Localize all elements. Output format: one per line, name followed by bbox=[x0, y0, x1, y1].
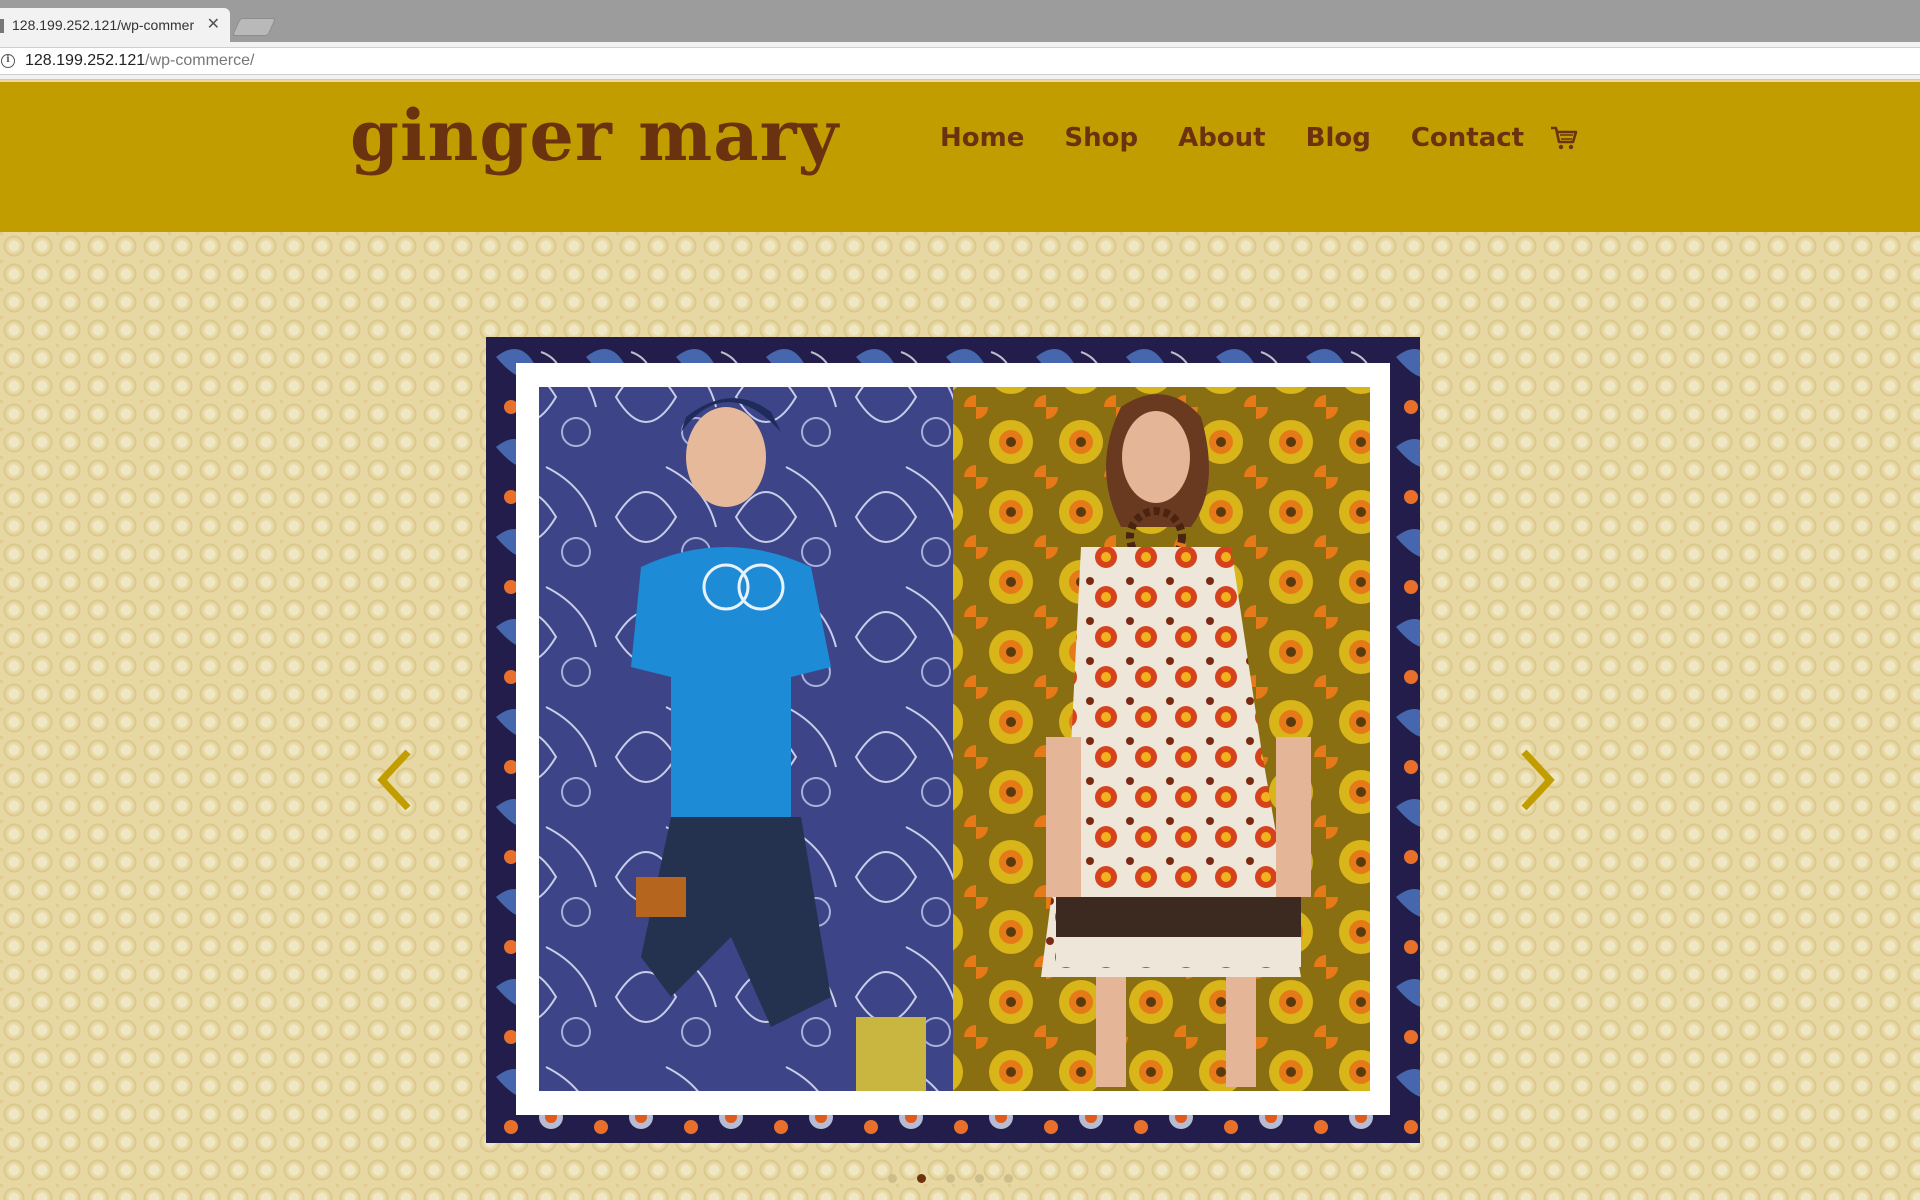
nav-shop[interactable]: Shop bbox=[1064, 123, 1138, 153]
site-logo[interactable]: ginger mary bbox=[350, 94, 839, 177]
chevron-left-icon[interactable] bbox=[374, 748, 414, 812]
slider-dot-2[interactable] bbox=[917, 1174, 926, 1183]
main-nav: Home Shop About Blog Contact bbox=[940, 122, 1580, 154]
nav-contact[interactable]: Contact bbox=[1411, 123, 1524, 153]
slider-dot-1[interactable] bbox=[888, 1174, 897, 1183]
page-icon bbox=[0, 19, 4, 33]
url-field[interactable]: i 128.199.252.121/wp-commerce/ bbox=[0, 47, 1920, 75]
address-bar: i 128.199.252.121/wp-commerce/ bbox=[0, 42, 1920, 80]
browser-tab[interactable]: 128.199.252.121/wp-commerce/ ✕ bbox=[0, 8, 230, 42]
nav-blog[interactable]: Blog bbox=[1306, 123, 1371, 153]
close-icon[interactable]: ✕ bbox=[207, 14, 220, 33]
nav-about[interactable]: About bbox=[1178, 123, 1266, 153]
url-host: 128.199.252.121 bbox=[25, 52, 146, 69]
new-tab-button[interactable] bbox=[231, 18, 277, 36]
info-icon[interactable]: i bbox=[1, 54, 15, 68]
slider-dot-5[interactable] bbox=[1004, 1174, 1013, 1183]
nav-home[interactable]: Home bbox=[940, 123, 1024, 153]
site-header: ginger mary Home Shop About Blog Contact bbox=[0, 82, 1920, 232]
hero-slide[interactable] bbox=[486, 337, 1420, 1143]
slide-image bbox=[486, 337, 1420, 1143]
slider-dot-3[interactable] bbox=[946, 1174, 955, 1183]
cart-icon[interactable] bbox=[1548, 122, 1580, 154]
chevron-right-icon[interactable] bbox=[1518, 748, 1558, 812]
url-path: /wp-commerce/ bbox=[145, 52, 255, 69]
browser-tab-bar: 128.199.252.121/wp-commerce/ ✕ bbox=[0, 0, 1920, 42]
tab-title: 128.199.252.121/wp-commerce/ bbox=[12, 17, 194, 33]
slider-dot-4[interactable] bbox=[975, 1174, 984, 1183]
slider-pagination bbox=[888, 1174, 1033, 1183]
